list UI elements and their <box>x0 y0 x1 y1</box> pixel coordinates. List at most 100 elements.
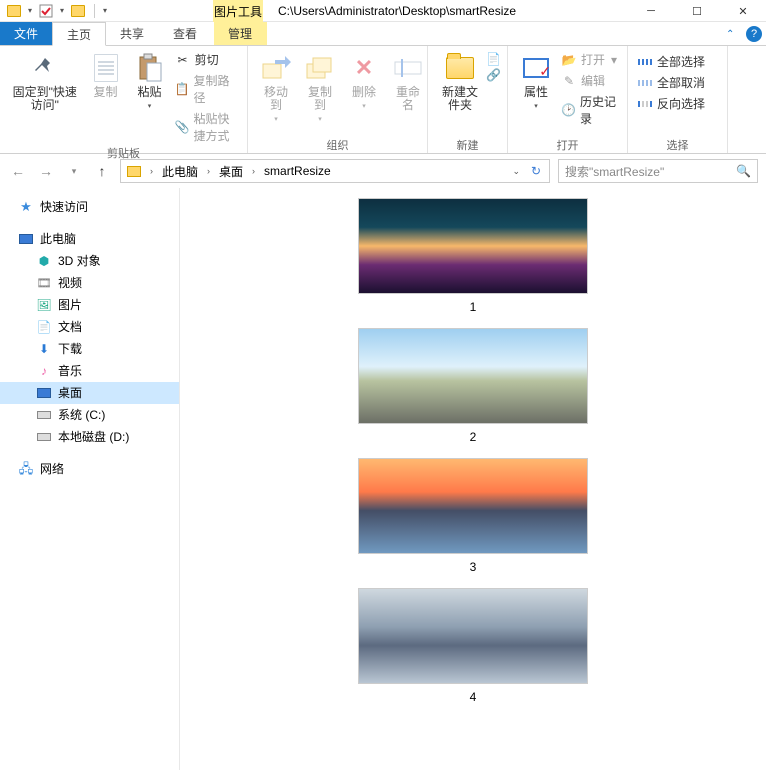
file-item[interactable]: 3 <box>358 458 588 574</box>
qat-customize[interactable]: ▾ <box>103 6 107 15</box>
select-none-button[interactable]: 全部取消 <box>634 73 708 92</box>
cut-button[interactable]: ✂剪切 <box>172 50 241 69</box>
copy-to-button[interactable]: 复制到▾ <box>298 48 342 123</box>
copy-to-icon <box>304 52 336 84</box>
easy-access-icon[interactable]: 🔗 <box>486 68 501 82</box>
collapse-ribbon-button[interactable]: ⌃ <box>726 29 740 40</box>
tab-manage[interactable]: 管理 <box>214 22 267 45</box>
back-button[interactable]: ← <box>8 161 28 181</box>
file-item[interactable]: 2 <box>358 328 588 444</box>
new-folder-button[interactable]: 新建文件夹 <box>434 48 486 112</box>
tab-file[interactable]: 文件 <box>0 22 52 45</box>
properties-button[interactable]: 属性▾ <box>514 48 558 110</box>
folder-icon[interactable] <box>6 3 22 19</box>
desktop-icon <box>36 386 52 400</box>
disk-icon <box>36 408 52 422</box>
edit-button[interactable]: ✎编辑 <box>558 71 621 90</box>
pin-quick-access-button[interactable]: 固定到"快速访问" <box>6 48 84 112</box>
history-icon: 🕑 <box>561 102 576 118</box>
network-icon: 🖧 <box>18 462 34 476</box>
forward-button[interactable]: → <box>36 161 56 181</box>
titlebar: ▾ ▾ ▾ 图片工具 C:\Users\Administrator\Deskto… <box>0 0 766 22</box>
select-all-icon <box>637 54 653 70</box>
pictures-icon: 🖼 <box>36 298 52 312</box>
nav-documents[interactable]: 📄文档 <box>0 316 179 338</box>
dropdown-icon[interactable]: ⌄ <box>509 166 523 177</box>
new-folder-icon <box>444 52 476 84</box>
nav-desktop[interactable]: 桌面 <box>0 382 179 404</box>
star-icon: ★ <box>18 200 34 214</box>
file-item[interactable]: 1 <box>358 198 588 314</box>
folder-icon-2[interactable] <box>70 3 86 19</box>
copy-button[interactable]: 复制 <box>84 48 128 99</box>
thumbnail-image <box>358 198 588 294</box>
qat-dropdown[interactable]: ▾ <box>28 6 32 15</box>
search-icon: 🔍 <box>736 164 751 178</box>
recent-button[interactable]: ▾ <box>64 161 84 181</box>
ribbon-tabs: 文件 主页 共享 查看 管理 ⌃ ? <box>0 22 766 46</box>
nav-c-drive[interactable]: 系统 (C:) <box>0 404 179 426</box>
folder-icon <box>127 166 141 177</box>
open-button[interactable]: 📂打开▾ <box>558 50 621 69</box>
close-button[interactable]: ✕ <box>720 0 766 22</box>
open-icon: 📂 <box>561 52 577 68</box>
thumbnail-image <box>358 588 588 684</box>
help-button[interactable]: ? <box>746 26 762 42</box>
up-button[interactable]: ↑ <box>92 161 112 181</box>
bc-desktop[interactable]: 桌面 <box>215 163 247 180</box>
nav-quick-access[interactable]: ★快速访问 <box>0 196 179 218</box>
ribbon: 固定到"快速访问" 复制 粘贴 ▾ ✂剪切 📋复制路径 📎粘贴快捷方式 剪贴板 <box>0 46 766 154</box>
nav-this-pc[interactable]: 此电脑 <box>0 228 179 250</box>
paste-shortcut-button[interactable]: 📎粘贴快捷方式 <box>172 109 241 145</box>
breadcrumb[interactable]: › 此电脑 › 桌面 › smartResize ⌄ ↻ <box>120 159 550 183</box>
tab-view[interactable]: 查看 <box>159 22 212 45</box>
move-to-button[interactable]: 移动到▾ <box>254 48 298 123</box>
tab-share[interactable]: 共享 <box>106 22 159 45</box>
paste-button[interactable]: 粘贴 ▾ <box>128 48 172 110</box>
chevron-right-icon[interactable]: › <box>147 166 156 176</box>
select-all-button[interactable]: 全部选择 <box>634 52 708 71</box>
properties-icon <box>520 52 552 84</box>
nav-d-drive[interactable]: 本地磁盘 (D:) <box>0 426 179 448</box>
checkbox-icon[interactable] <box>38 3 54 19</box>
rename-button[interactable]: 重命名 <box>386 48 430 112</box>
delete-button[interactable]: ✕ 删除▾ <box>342 48 386 110</box>
nav-tree[interactable]: ★快速访问 此电脑 ⬢3D 对象 🎞视频 🖼图片 📄文档 ⬇下载 ♪音乐 桌面 … <box>0 188 180 770</box>
downloads-icon: ⬇ <box>36 342 52 356</box>
bc-folder[interactable]: smartResize <box>260 164 335 178</box>
new-item-icon[interactable]: 📄 <box>486 52 501 66</box>
maximize-button[interactable]: ☐ <box>674 0 720 22</box>
edit-icon: ✎ <box>561 73 577 89</box>
disk-icon <box>36 430 52 444</box>
search-box[interactable]: 搜索"smartResize" 🔍 <box>558 159 758 183</box>
invert-icon <box>637 96 653 112</box>
chevron-right-icon[interactable]: › <box>249 166 258 176</box>
scissors-icon: ✂ <box>175 52 191 68</box>
file-name: 1 <box>470 300 477 314</box>
nav-videos[interactable]: 🎞视频 <box>0 272 179 294</box>
window-title: C:\Users\Administrator\Desktop\smartResi… <box>278 0 516 22</box>
file-name: 3 <box>470 560 477 574</box>
invert-selection-button[interactable]: 反向选择 <box>634 94 708 113</box>
bc-this-pc[interactable]: 此电脑 <box>158 163 202 180</box>
move-icon <box>260 52 292 84</box>
content-pane[interactable]: 1 2 3 4 <box>180 188 766 770</box>
file-item[interactable]: 4 <box>358 588 588 704</box>
nav-pictures[interactable]: 🖼图片 <box>0 294 179 316</box>
tab-home[interactable]: 主页 <box>52 22 106 46</box>
nav-network[interactable]: 🖧网络 <box>0 458 179 480</box>
qat-dropdown-2[interactable]: ▾ <box>60 6 64 15</box>
quick-access-toolbar: ▾ ▾ ▾ <box>0 3 113 19</box>
history-button[interactable]: 🕑历史记录 <box>558 92 621 128</box>
chevron-right-icon[interactable]: › <box>204 166 213 176</box>
nav-music[interactable]: ♪音乐 <box>0 360 179 382</box>
minimize-button[interactable]: ─ <box>628 0 674 22</box>
music-icon: ♪ <box>36 364 52 378</box>
nav-downloads[interactable]: ⬇下载 <box>0 338 179 360</box>
nav-3d-objects[interactable]: ⬢3D 对象 <box>0 250 179 272</box>
documents-icon: 📄 <box>36 320 52 334</box>
copy-path-button[interactable]: 📋复制路径 <box>172 71 241 107</box>
thumbnail-image <box>358 328 588 424</box>
group-organize-label: 组织 <box>254 137 421 153</box>
refresh-button[interactable]: ↻ <box>525 164 547 178</box>
